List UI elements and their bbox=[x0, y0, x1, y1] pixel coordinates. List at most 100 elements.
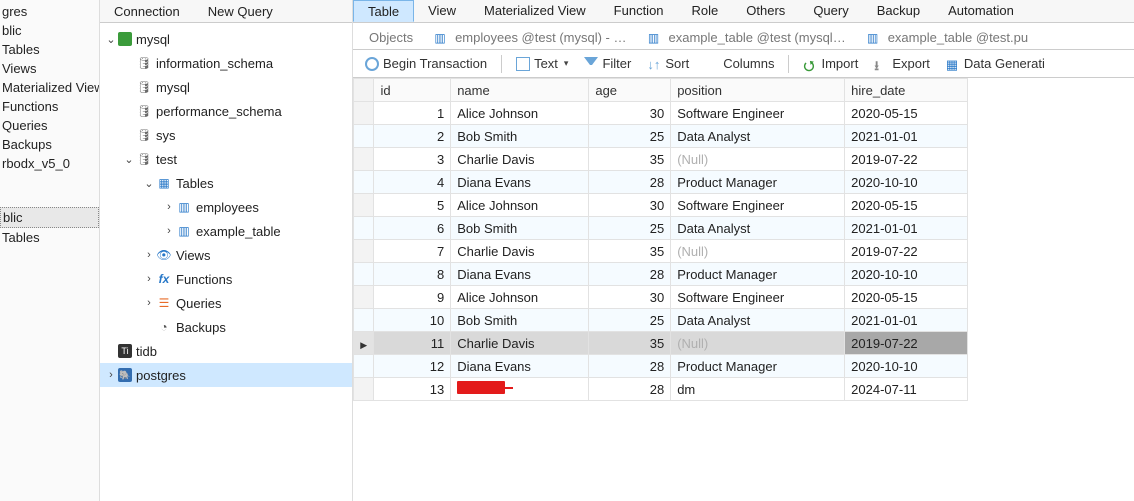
row-gutter[interactable] bbox=[354, 125, 374, 148]
data-generation-button[interactable]: ▦ Data Generati bbox=[940, 54, 1051, 73]
cell-name[interactable]: Diana Evans bbox=[451, 263, 589, 286]
sort-button[interactable]: ↓↑ Sort bbox=[641, 54, 695, 73]
cell-name[interactable]: Charlie Davis bbox=[451, 148, 589, 171]
chevron-right-icon[interactable]: › bbox=[104, 369, 118, 381]
leftbar-item[interactable]: gres bbox=[0, 2, 99, 21]
cell-id[interactable]: 8 bbox=[374, 263, 451, 286]
tree-node-table-employees[interactable]: › ▥ employees bbox=[100, 195, 352, 219]
chevron-down-icon[interactable]: ⌄ bbox=[104, 33, 118, 46]
cell-hire-date[interactable]: 2020-05-15 bbox=[845, 102, 968, 125]
tree-node-queries[interactable]: › ☰ Queries bbox=[100, 291, 352, 315]
cell-hire-date[interactable]: 2021-01-01 bbox=[845, 125, 968, 148]
cell-age[interactable]: 25 bbox=[589, 309, 671, 332]
cell-position[interactable]: dm bbox=[671, 378, 845, 401]
tree-node-tidb-connection[interactable]: Ti tidb bbox=[100, 339, 352, 363]
menu-role[interactable]: Role bbox=[678, 0, 733, 22]
cell-age[interactable]: 30 bbox=[589, 286, 671, 309]
cell-position[interactable]: (Null) bbox=[671, 332, 845, 355]
cell-name[interactable]: Bob Smith bbox=[451, 125, 589, 148]
cell-id[interactable]: 10 bbox=[374, 309, 451, 332]
table-row[interactable]: 8Diana Evans28Product Manager2020-10-10 bbox=[354, 263, 968, 286]
menu-view[interactable]: View bbox=[414, 0, 470, 22]
tree-node-backups[interactable]: ◔ Backups bbox=[100, 315, 352, 339]
cell-name[interactable]: Alice Johnson bbox=[451, 102, 589, 125]
cell-id[interactable]: 12 bbox=[374, 355, 451, 378]
cell-hire-date[interactable]: 2020-10-10 bbox=[845, 355, 968, 378]
cell-position[interactable]: Software Engineer bbox=[671, 194, 845, 217]
column-header-name[interactable]: name bbox=[451, 79, 589, 102]
cell-position[interactable]: Data Analyst bbox=[671, 309, 845, 332]
cell-position[interactable]: Product Manager bbox=[671, 171, 845, 194]
filter-button[interactable]: Filter bbox=[578, 54, 637, 73]
row-gutter[interactable] bbox=[354, 355, 374, 378]
column-header-id[interactable]: id bbox=[374, 79, 451, 102]
tree-node-database[interactable]: 🛢 performance_schema bbox=[100, 99, 352, 123]
connection-menu[interactable]: Connection bbox=[100, 1, 194, 22]
leftbar-item[interactable]: Backups bbox=[0, 135, 99, 154]
menu-query[interactable]: Query bbox=[799, 0, 862, 22]
cell-name[interactable]: Charlie Davis bbox=[451, 240, 589, 263]
table-row[interactable]: 5Alice Johnson30Software Engineer2020-05… bbox=[354, 194, 968, 217]
cell-name[interactable]: Diana Evans bbox=[451, 171, 589, 194]
chevron-down-icon[interactable]: ⌄ bbox=[122, 153, 136, 166]
table-row[interactable]: 3Charlie Davis35(Null)2019-07-22 bbox=[354, 148, 968, 171]
row-gutter[interactable] bbox=[354, 286, 374, 309]
cell-hire-date[interactable]: 2019-07-22 bbox=[845, 240, 968, 263]
cell-id[interactable]: 1 bbox=[374, 102, 451, 125]
cell-name[interactable]: Bob Smith bbox=[451, 309, 589, 332]
leftbar-item[interactable]: Tables bbox=[0, 228, 99, 247]
cell-age[interactable]: 28 bbox=[589, 355, 671, 378]
row-gutter[interactable] bbox=[354, 217, 374, 240]
tree-node-database[interactable]: 🛢 information_schema bbox=[100, 51, 352, 75]
cell-age[interactable]: 28 bbox=[589, 171, 671, 194]
cell-hire-date[interactable]: 2020-10-10 bbox=[845, 171, 968, 194]
cell-age[interactable]: 30 bbox=[589, 194, 671, 217]
row-gutter[interactable] bbox=[354, 309, 374, 332]
cell-hire-date[interactable]: 2021-01-01 bbox=[845, 217, 968, 240]
cell-position[interactable]: Product Manager bbox=[671, 263, 845, 286]
row-gutter[interactable] bbox=[354, 102, 374, 125]
column-header-age[interactable]: age bbox=[589, 79, 671, 102]
cell-hire-date[interactable]: 2019-07-22 bbox=[845, 332, 968, 355]
tab-example-table-pg[interactable]: ▥ example_table @test.pu bbox=[856, 26, 1038, 49]
cell-name[interactable] bbox=[451, 378, 589, 401]
chevron-right-icon[interactable]: › bbox=[162, 225, 176, 237]
cell-hire-date[interactable]: 2020-05-15 bbox=[845, 286, 968, 309]
cell-age[interactable]: 35 bbox=[589, 148, 671, 171]
cell-name[interactable]: Alice Johnson bbox=[451, 194, 589, 217]
tree-node-views[interactable]: › 👁 Views bbox=[100, 243, 352, 267]
tab-employees[interactable]: ▥ employees @test (mysql) - … bbox=[423, 26, 636, 49]
cell-id[interactable]: 5 bbox=[374, 194, 451, 217]
leftbar-item[interactable]: Materialized View bbox=[0, 78, 99, 97]
leftbar-item[interactable]: Views bbox=[0, 59, 99, 78]
tab-example-table-mysql[interactable]: ▥ example_table @test (mysql… bbox=[636, 26, 855, 49]
text-view-button[interactable]: Text ▾ bbox=[510, 54, 574, 73]
new-query-menu[interactable]: New Query bbox=[194, 1, 287, 22]
leftbar-item-selected[interactable]: blic bbox=[0, 207, 99, 228]
chevron-down-icon[interactable]: ⌄ bbox=[142, 177, 156, 190]
menu-others[interactable]: Others bbox=[732, 0, 799, 22]
cell-name[interactable]: Alice Johnson bbox=[451, 286, 589, 309]
table-row[interactable]: 1Alice Johnson30Software Engineer2020-05… bbox=[354, 102, 968, 125]
cell-name[interactable]: Charlie Davis bbox=[451, 332, 589, 355]
cell-age[interactable]: 28 bbox=[589, 263, 671, 286]
tree-node-functions[interactable]: › fx Functions bbox=[100, 267, 352, 291]
row-gutter[interactable] bbox=[354, 263, 374, 286]
leftbar-item[interactable]: Tables bbox=[0, 40, 99, 59]
cell-id[interactable]: 13 bbox=[374, 378, 451, 401]
cell-age[interactable]: 28 bbox=[589, 378, 671, 401]
tree-node-database[interactable]: 🛢 mysql bbox=[100, 75, 352, 99]
table-row[interactable]: 6Bob Smith25Data Analyst2021-01-01 bbox=[354, 217, 968, 240]
cell-hire-date[interactable]: 2020-10-10 bbox=[845, 263, 968, 286]
data-grid-wrapper[interactable]: id name age position hire_date 1Alice Jo… bbox=[353, 78, 1134, 501]
menu-table[interactable]: Table bbox=[353, 0, 414, 22]
export-button[interactable]: ⭳ Export bbox=[868, 54, 936, 73]
table-row[interactable]: 7Charlie Davis35(Null)2019-07-22 bbox=[354, 240, 968, 263]
leftbar-item[interactable]: blic bbox=[0, 21, 99, 40]
tree-node-table-example[interactable]: › ▥ example_table bbox=[100, 219, 352, 243]
menu-matview[interactable]: Materialized View bbox=[470, 0, 600, 22]
tree-node-postgres-connection[interactable]: › 🐘 postgres bbox=[100, 363, 352, 387]
leftbar-item[interactable]: Queries bbox=[0, 116, 99, 135]
cell-age[interactable]: 25 bbox=[589, 217, 671, 240]
row-gutter[interactable] bbox=[354, 378, 374, 401]
